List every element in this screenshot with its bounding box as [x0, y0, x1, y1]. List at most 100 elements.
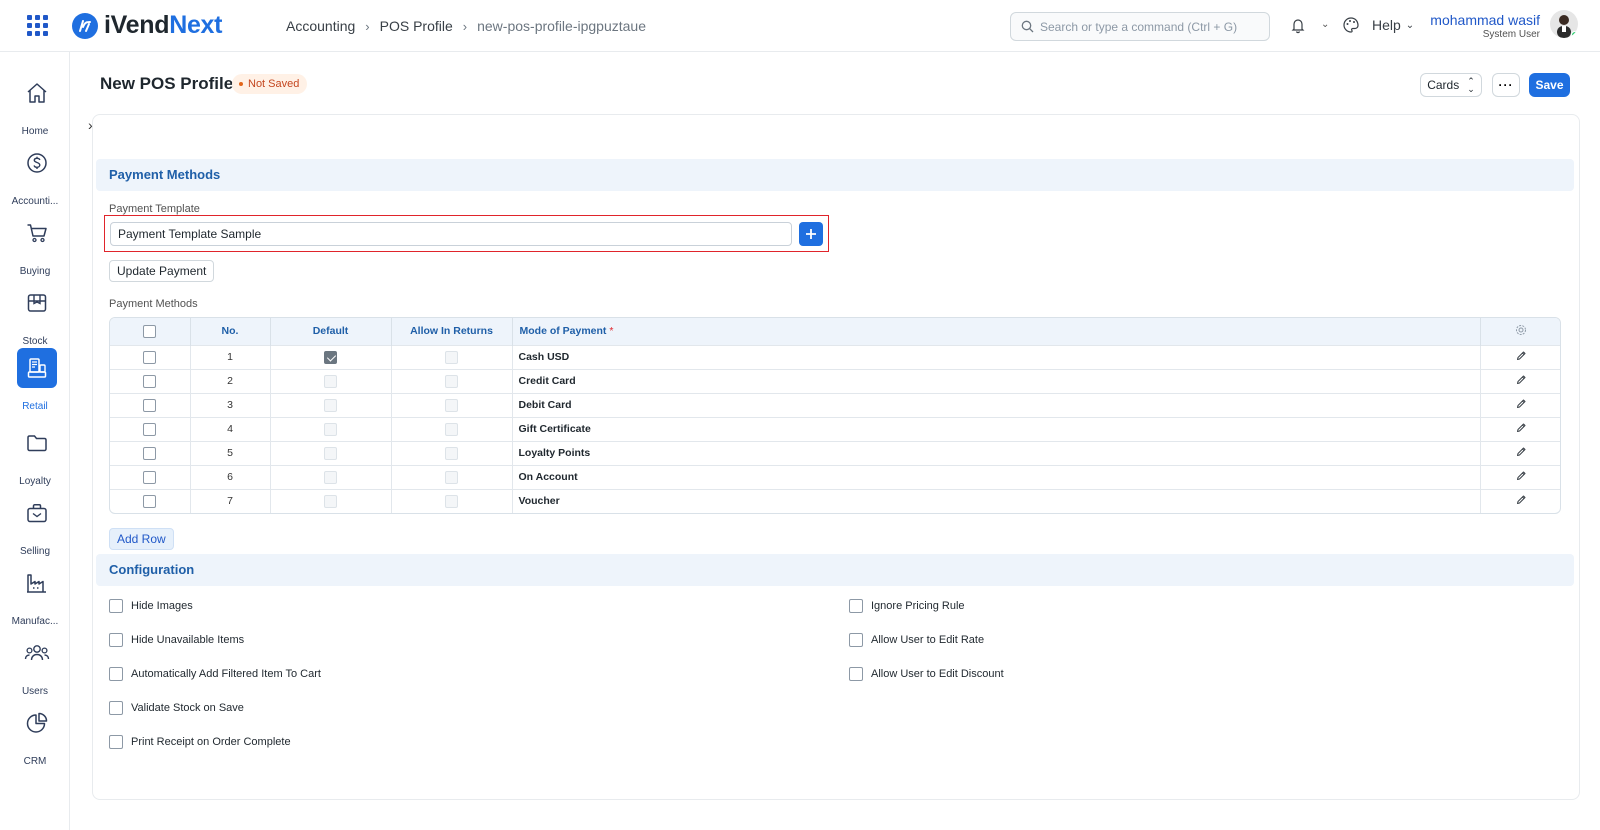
allow-edit-discount-option[interactable]: Allow User to Edit Discount: [849, 667, 1004, 681]
allow-edit-rate-checkbox[interactable]: [849, 633, 863, 647]
allow-returns-checkbox[interactable]: [445, 398, 458, 412]
table-row[interactable]: 5 Loyalty Points: [110, 440, 1560, 465]
allow-returns-checkbox[interactable]: [445, 470, 458, 484]
ignore-pricing-rule-checkbox[interactable]: [849, 599, 863, 613]
allow-edit-rate-option[interactable]: Allow User to Edit Rate: [849, 633, 984, 647]
chevron-down-icon: ⌄: [1405, 19, 1415, 31]
ignore-pricing-rule-option[interactable]: Ignore Pricing Rule: [849, 599, 965, 613]
row-default-cell: [270, 488, 392, 513]
gear-icon[interactable]: [1515, 324, 1527, 336]
allow-returns-checkbox[interactable]: [445, 494, 458, 508]
avatar[interactable]: [1550, 10, 1578, 38]
row-no-cell: 7: [190, 488, 271, 513]
table-row[interactable]: 3 Debit Card: [110, 392, 1560, 417]
more-actions-button[interactable]: ···: [1492, 73, 1520, 97]
row-mode-of-payment-cell[interactable]: Credit Card: [512, 368, 1481, 393]
sidebar-toggle-chevron-icon[interactable]: ›: [88, 117, 93, 133]
user-name[interactable]: mohammad wasif: [1430, 12, 1540, 28]
sidebar-item-accounting[interactable]: Accounti...: [0, 140, 70, 208]
section-header-payment-methods[interactable]: Payment Methods: [96, 159, 1574, 191]
chevron-down-icon[interactable]: ⌄: [1321, 19, 1329, 30]
default-checkbox[interactable]: [324, 422, 337, 436]
sidebar-item-loyalty[interactable]: Loyalty: [0, 420, 70, 488]
allow-returns-checkbox[interactable]: [445, 350, 458, 364]
edit-pencil-icon[interactable]: [1516, 446, 1527, 457]
view-switcher-button[interactable]: Cards ⌃ ⌄: [1420, 73, 1482, 97]
default-checkbox[interactable]: [324, 374, 337, 388]
row-select-checkbox[interactable]: [143, 350, 157, 364]
allow-returns-checkbox[interactable]: [445, 374, 458, 388]
section-header-configuration[interactable]: Configuration: [96, 554, 1574, 586]
user-info[interactable]: mohammad wasif System User: [1430, 12, 1540, 40]
edit-pencil-icon[interactable]: [1516, 422, 1527, 433]
auto-add-filtered-item-checkbox[interactable]: [109, 667, 123, 681]
apps-grid-icon[interactable]: [27, 15, 48, 36]
row-select-checkbox[interactable]: [143, 470, 157, 484]
print-receipt-checkbox[interactable]: [109, 735, 123, 749]
auto-add-filtered-item-option[interactable]: Automatically Add Filtered Item To Cart: [109, 667, 321, 681]
select-all-checkbox[interactable]: [143, 324, 157, 338]
row-mode-of-payment-cell[interactable]: Debit Card: [512, 392, 1481, 417]
edit-pencil-icon[interactable]: [1516, 374, 1527, 385]
search-bar[interactable]: [1010, 12, 1270, 41]
sidebar-item-retail[interactable]: Retail: [0, 345, 70, 413]
print-receipt-option[interactable]: Print Receipt on Order Complete: [109, 735, 291, 749]
sidebar-item-label: Manufac...: [11, 616, 59, 627]
edit-pencil-icon[interactable]: [1516, 398, 1527, 409]
palette-icon[interactable]: [1342, 16, 1360, 34]
sidebar-item-manufacturing[interactable]: Manufac...: [0, 560, 70, 628]
breadcrumb-pos-profile[interactable]: POS Profile: [380, 18, 453, 34]
add-row-button[interactable]: Add Row: [109, 528, 174, 550]
search-input[interactable]: [1040, 19, 1260, 34]
edit-pencil-icon[interactable]: [1516, 494, 1527, 505]
row-select-checkbox[interactable]: [143, 494, 157, 508]
table-row[interactable]: 6 On Account: [110, 464, 1560, 489]
help-menu[interactable]: Help ⌄: [1372, 17, 1414, 33]
breadcrumb-accounting[interactable]: Accounting: [286, 18, 355, 34]
update-payment-button[interactable]: Update Payment: [109, 260, 215, 282]
allow-returns-checkbox[interactable]: [445, 446, 458, 460]
row-mode-of-payment-cell[interactable]: Voucher: [512, 488, 1481, 513]
logo-icon[interactable]: [72, 13, 98, 39]
row-select-checkbox[interactable]: [143, 446, 157, 460]
allow-returns-checkbox[interactable]: [445, 422, 458, 436]
table-row[interactable]: 2 Credit Card: [110, 368, 1560, 393]
edit-pencil-icon[interactable]: [1516, 350, 1527, 361]
hide-images-option[interactable]: Hide Images: [109, 599, 193, 613]
allow-edit-discount-checkbox[interactable]: [849, 667, 863, 681]
hide-images-checkbox[interactable]: [109, 599, 123, 613]
validate-stock-checkbox[interactable]: [109, 701, 123, 715]
default-checkbox[interactable]: [324, 398, 337, 412]
row-mode-of-payment-cell[interactable]: On Account: [512, 464, 1481, 489]
brand-logo[interactable]: iVendNext: [104, 11, 223, 40]
hide-unavailable-items-checkbox[interactable]: [109, 633, 123, 647]
row-select-checkbox[interactable]: [143, 398, 157, 412]
row-mode-of-payment-cell[interactable]: Gift Certificate: [512, 416, 1481, 441]
default-checkbox[interactable]: [324, 350, 337, 364]
sidebar-item-stock[interactable]: Stock: [0, 280, 70, 348]
row-mode-of-payment-cell[interactable]: Cash USD: [512, 344, 1481, 369]
save-button[interactable]: Save: [1529, 73, 1570, 97]
default-checkbox[interactable]: [324, 494, 337, 508]
sidebar-item-users[interactable]: Users: [0, 630, 70, 698]
default-checkbox[interactable]: [324, 446, 337, 460]
sidebar-item-buying[interactable]: Buying: [0, 210, 70, 278]
sidebar-item-selling[interactable]: Selling: [0, 490, 70, 558]
row-mode-of-payment-cell[interactable]: Loyalty Points: [512, 440, 1481, 465]
sidebar-item-home[interactable]: Home: [0, 70, 70, 138]
notification-bell-icon[interactable]: [1290, 17, 1306, 34]
row-select-checkbox[interactable]: [143, 374, 157, 388]
table-row[interactable]: 4 Gift Certificate: [110, 416, 1560, 441]
row-no-cell: 3: [190, 392, 271, 417]
sidebar-item-crm[interactable]: CRM: [0, 700, 70, 768]
row-select-cell: [110, 416, 191, 441]
payment-template-input[interactable]: Payment Template Sample: [110, 222, 792, 246]
default-checkbox[interactable]: [324, 470, 337, 484]
edit-pencil-icon[interactable]: [1516, 470, 1527, 481]
row-select-checkbox[interactable]: [143, 422, 157, 436]
table-row[interactable]: 1 Cash USD: [110, 344, 1560, 369]
table-row[interactable]: 7 Voucher: [110, 488, 1560, 513]
validate-stock-option[interactable]: Validate Stock on Save: [109, 701, 244, 715]
hide-unavailable-items-option[interactable]: Hide Unavailable Items: [109, 633, 244, 647]
add-payment-template-button[interactable]: [799, 222, 823, 246]
